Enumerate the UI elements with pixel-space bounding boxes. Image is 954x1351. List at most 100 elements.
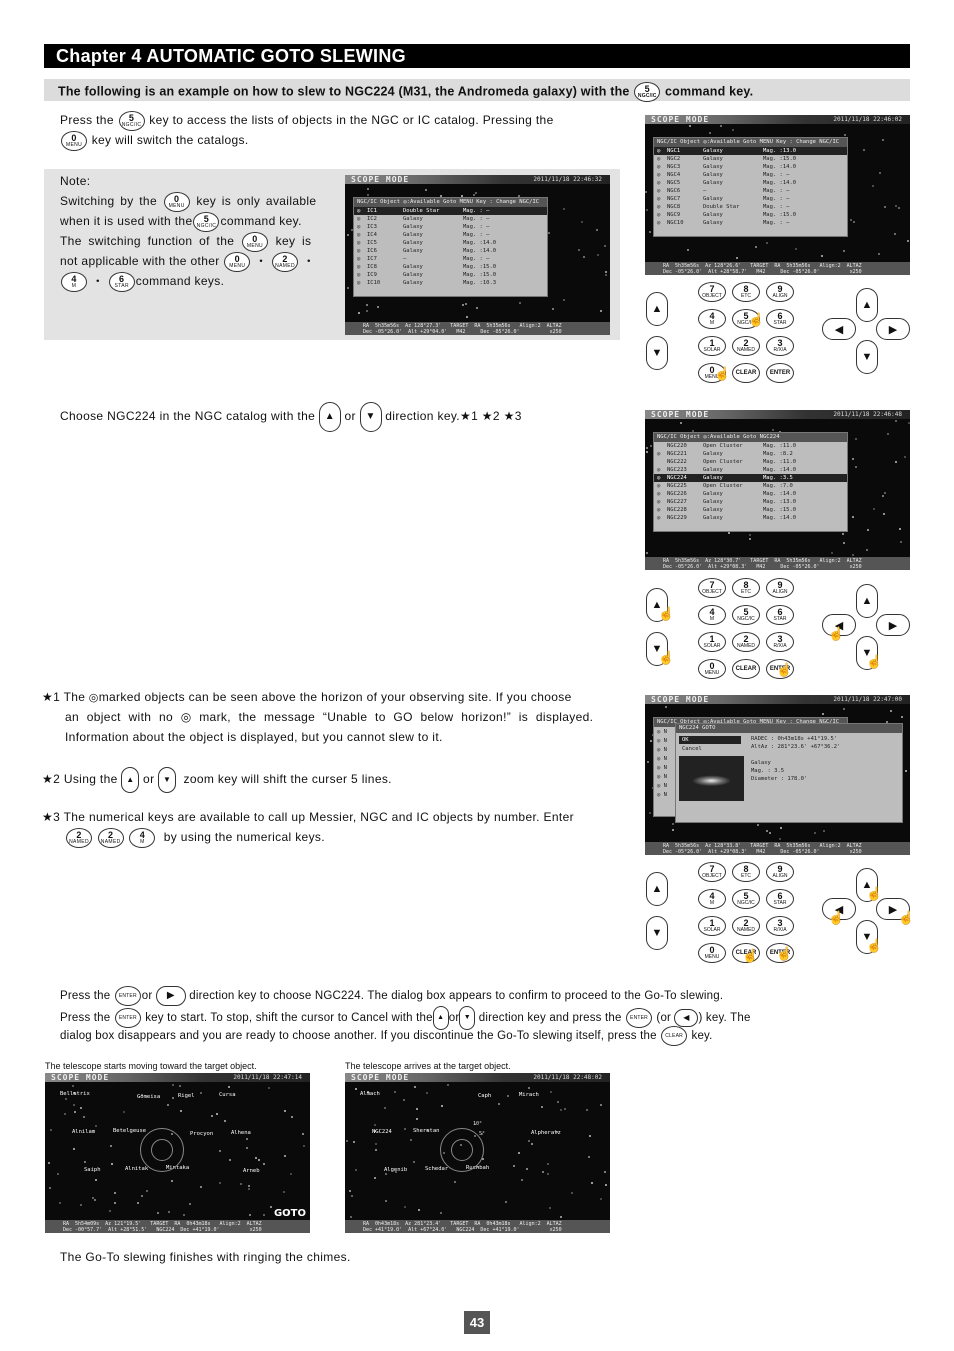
keypad-key-9[interactable]: 9 ALIGN [766, 578, 794, 598]
keypad-key-enter[interactable]: ENTER [766, 363, 794, 383]
object-type: Open Cluster [703, 443, 743, 449]
keypad-key-3[interactable]: 3 R/X/A [766, 916, 794, 936]
dir-right-key[interactable]: ▶ [876, 614, 910, 636]
object-type: Double Star [403, 208, 440, 214]
keypad-key-2[interactable]: 2 NAMED [732, 916, 760, 936]
object-list-row: ◎ NGC4 Galaxy Mag. : — [654, 171, 847, 179]
keypad-diagram-1: ▲ ▼ 7 OBJECT 8 ETC 9 ALIGN 4 M 5 NGC/IC 6 STAR 1 SOLAR 2… [644, 280, 914, 390]
object-id: IC7 [367, 256, 377, 262]
object-type: Galaxy [703, 499, 723, 505]
star-dot [247, 1184, 250, 1187]
star-dot [547, 1172, 550, 1175]
object-id: IC9 [367, 272, 377, 278]
star-dot [766, 241, 769, 244]
keypad-key-8[interactable]: 8 ETC [732, 862, 760, 882]
star-dot [346, 233, 349, 236]
status-line: Dec +41°19.0' Alt +67°24.0' NGC224 Dec +… [363, 1227, 562, 1233]
keypad-key-9[interactable]: 9 ALIGN [766, 282, 794, 302]
star-dot [645, 190, 648, 193]
star-dot [109, 1210, 111, 1213]
keypad-key-7[interactable]: 7 OBJECT [698, 578, 726, 598]
object-type: Galaxy [403, 264, 423, 270]
star-dot [416, 1117, 419, 1120]
star-dot [852, 220, 855, 223]
text: key is [275, 234, 312, 248]
dir-up-key[interactable]: ▲ [856, 288, 878, 322]
goto-option-ok[interactable]: OK [679, 736, 741, 744]
mark-icon: ◎ [657, 220, 661, 226]
keypad-key-1[interactable]: 1 SOLAR [698, 916, 726, 936]
pointing-hand-icon: ☝ [866, 886, 883, 901]
object-mag: Mag. :13.0 [763, 499, 797, 505]
keypad-key-8[interactable]: 8 ETC [732, 578, 760, 598]
keypad-key-0[interactable]: 0 MENU [698, 943, 726, 963]
star-dot [48, 1161, 51, 1164]
star-label: Arneb [243, 1168, 260, 1174]
keypad-key-7[interactable]: 7 OBJECT [698, 862, 726, 882]
key-sublabel: MENU [704, 954, 720, 960]
keypad-key-0[interactable]: 0 MENU [698, 659, 726, 679]
keypad-key-4[interactable]: 4M [698, 309, 726, 329]
keypad-key-8[interactable]: 8 ETC [732, 282, 760, 302]
star-dot [354, 1169, 357, 1172]
text: by using the numerical keys. [163, 830, 325, 844]
dir-up-key[interactable]: ▲ [856, 584, 878, 618]
object-mag: Mag. : — [463, 224, 490, 230]
keypad-key-2[interactable]: 2 NAMED [732, 632, 760, 652]
star-dot [794, 248, 797, 251]
dir-right-key[interactable]: ▶ [876, 318, 910, 340]
object-list-row: ◎ NGC7 Galaxy Mag. : — [654, 195, 847, 203]
star-dot [393, 1090, 396, 1093]
keypad-key-9[interactable]: 9 ALIGN [766, 862, 794, 882]
star-dot [552, 308, 555, 311]
star-dot [890, 709, 893, 712]
keypad-key-3[interactable]: 3 R/X/A [766, 336, 794, 356]
keypad-key-1[interactable]: 1 SOLAR [698, 632, 726, 652]
star-dot [550, 1091, 553, 1094]
keypad-key-5[interactable]: 5 NGC/IC [732, 605, 760, 625]
dir-left-key[interactable]: ◀ [822, 318, 856, 340]
object-list-row: ◎ NGC6 — Mag. : — [654, 187, 847, 195]
keypad-key-3[interactable]: 3 R/X/A [766, 632, 794, 652]
star-dot [778, 838, 781, 841]
keypad-key-6[interactable]: 6 STAR [766, 605, 794, 625]
keypad-key-6[interactable]: 6 STAR [766, 889, 794, 909]
object-list-row-partial: ◎ N [657, 738, 667, 744]
key-sublabel: MENU [704, 670, 720, 676]
object-id: IC4 [367, 232, 377, 238]
keypad-key-6[interactable]: 6 STAR [766, 309, 794, 329]
star-dot [263, 1213, 266, 1216]
key-sublabel: R/X/A [773, 927, 787, 933]
object-id: NGC7 [667, 196, 681, 202]
messier-key-icon: 4M [61, 271, 87, 292]
object-list-row: ◎ IC7 — Mag. : — [354, 255, 547, 263]
keypad-key-5[interactable]: 5 NGC/IC [732, 889, 760, 909]
object-type: Galaxy [403, 232, 423, 238]
star-dot [404, 1127, 407, 1130]
star-dot [664, 705, 667, 708]
separator: ・ [91, 274, 105, 288]
dir-down-key[interactable]: ▼ [856, 340, 878, 374]
mark-icon: ◎ [657, 172, 661, 178]
star-dot [358, 311, 361, 314]
keypad-key-clear[interactable]: CLEAR [732, 659, 760, 679]
star-dot [583, 256, 586, 259]
keypad-key-4[interactable]: 4M [698, 889, 726, 909]
zoom-up-key[interactable]: ▲ [646, 292, 668, 326]
zoom-down-key[interactable]: ▼ [646, 916, 668, 950]
screen-timestamp: 2011/11/18 22:47:14 [233, 1074, 302, 1081]
keypad-key-clear[interactable]: CLEAR [732, 363, 760, 383]
star-dot [345, 1139, 348, 1142]
keypad-key-2[interactable]: 2 NAMED [732, 336, 760, 356]
footnote1-line1: ★1 The ◎marked objects can be seen above… [42, 687, 572, 708]
keypad-key-1[interactable]: 1 SOLAR [698, 336, 726, 356]
star-dot [754, 245, 757, 248]
keypad-key-7[interactable]: 7 OBJECT [698, 282, 726, 302]
zoom-down-key[interactable]: ▼ [646, 336, 668, 370]
goto-option-cancel[interactable]: Cancel [679, 745, 741, 753]
keypad-key-4[interactable]: 4M [698, 605, 726, 625]
mark-icon: ◎ [357, 208, 361, 214]
mark-icon: ◎ [657, 507, 661, 513]
text: or [143, 772, 155, 787]
zoom-up-key[interactable]: ▲ [646, 872, 668, 906]
